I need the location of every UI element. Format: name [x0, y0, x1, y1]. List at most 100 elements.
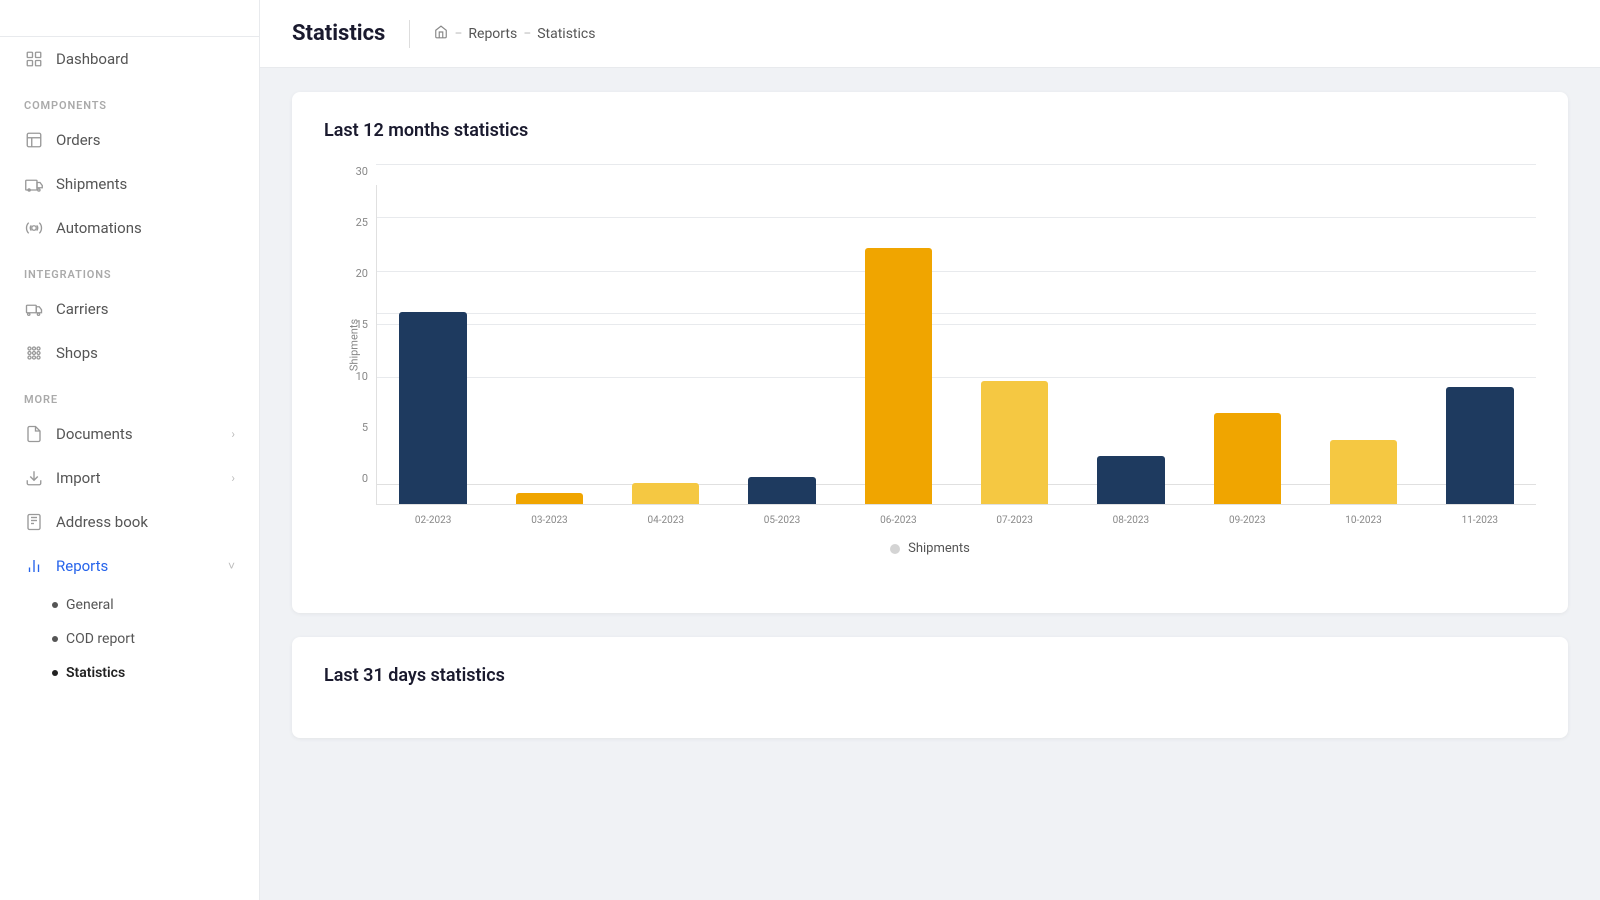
sidebar-sub-item-cod-report[interactable]: COD report — [0, 622, 259, 656]
y-label-0: 0 — [324, 472, 374, 485]
sidebar-carriers-label: Carriers — [56, 300, 109, 318]
bar — [981, 381, 1048, 504]
bar-group: 04-2023 — [610, 185, 722, 504]
sidebar-import-label: Import — [56, 469, 101, 487]
sidebar: Dashboard COMPONENTS Orders Shipments Au… — [0, 0, 260, 900]
automations-icon — [24, 218, 44, 238]
documents-chevron-icon: › — [231, 427, 235, 441]
topbar-divider — [409, 20, 410, 48]
statistics-dot — [52, 670, 58, 676]
bar-x-label: 04-2023 — [647, 515, 683, 526]
bar — [1097, 456, 1164, 504]
bar — [632, 483, 699, 504]
bar — [516, 493, 583, 504]
import-icon — [24, 468, 44, 488]
dashboard-icon — [24, 49, 44, 69]
carriers-icon — [24, 299, 44, 319]
bar-x-label: 03-2023 — [531, 515, 567, 526]
bar-group: 05-2023 — [726, 185, 838, 504]
bar-x-label: 10-2023 — [1345, 515, 1381, 526]
sidebar-cod-label: COD report — [66, 631, 135, 647]
bar-group: 08-2023 — [1075, 185, 1187, 504]
sidebar-statistics-label: Statistics — [66, 665, 125, 681]
sidebar-reports-label: Reports — [56, 557, 108, 575]
bar — [1446, 387, 1513, 504]
home-icon[interactable] — [434, 25, 448, 43]
orders-icon — [24, 130, 44, 150]
reports-icon — [24, 556, 44, 576]
bar-group: 02-2023 — [377, 185, 489, 504]
sidebar-sub-item-statistics[interactable]: Statistics — [0, 656, 259, 690]
bar — [399, 312, 466, 504]
bar — [865, 248, 932, 504]
legend-label: Shipments — [908, 541, 970, 556]
addressbook-icon — [24, 512, 44, 532]
bar-x-label: 02-2023 — [415, 515, 451, 526]
sidebar-documents-label: Documents — [56, 425, 133, 443]
sidebar-shipments-label: Shipments — [56, 175, 127, 193]
sidebar-address-book-label: Address book — [56, 513, 148, 531]
bar-x-label: 11-2023 — [1462, 515, 1498, 526]
main-content: Statistics − Reports − Statistics Last 1… — [260, 0, 1600, 900]
chart-legend: Shipments — [324, 541, 1536, 556]
card-12months: Last 12 months statistics Shipments — [292, 92, 1568, 613]
bars-container: 02-202303-202304-202305-202306-202307-20… — [376, 185, 1536, 505]
sidebar-logo — [0, 0, 259, 37]
chart-31days-title: Last 31 days statistics — [324, 665, 1536, 686]
bar-group: 10-2023 — [1307, 185, 1419, 504]
bar — [1214, 413, 1281, 504]
sidebar-item-carriers[interactable]: Carriers — [0, 287, 259, 331]
chart-12months: Shipments 0 5 — [324, 165, 1536, 585]
general-dot — [52, 602, 58, 608]
import-chevron-icon: › — [231, 471, 235, 485]
breadcrumb: − Reports − Statistics — [434, 25, 595, 43]
y-labels: 0 5 10 15 20 25 30 — [324, 165, 374, 485]
sidebar-item-import[interactable]: Import › — [0, 456, 259, 500]
sidebar-item-shipments[interactable]: Shipments — [0, 162, 259, 206]
bar-group: 09-2023 — [1191, 185, 1303, 504]
y-label-15: 15 — [324, 318, 374, 331]
bar-group: 03-2023 — [493, 185, 605, 504]
sidebar-dashboard-label: Dashboard — [56, 50, 129, 68]
sidebar-orders-label: Orders — [56, 131, 101, 149]
chart-12months-title: Last 12 months statistics — [324, 120, 1536, 141]
sidebar-item-documents[interactable]: Documents › — [0, 412, 259, 456]
bar-x-label: 05-2023 — [764, 515, 800, 526]
documents-icon — [24, 424, 44, 444]
card-31days: Last 31 days statistics — [292, 637, 1568, 738]
section-label-more: MORE — [0, 375, 259, 412]
legend-dot — [890, 544, 900, 554]
bar — [1330, 440, 1397, 504]
sidebar-item-address-book[interactable]: Address book — [0, 500, 259, 544]
bar-x-label: 08-2023 — [1113, 515, 1149, 526]
breadcrumb-reports[interactable]: Reports — [468, 26, 517, 42]
page-title: Statistics — [292, 21, 385, 46]
bar-x-label: 07-2023 — [996, 515, 1032, 526]
sidebar-automations-label: Automations — [56, 219, 142, 237]
breadcrumb-statistics: Statistics — [537, 26, 595, 42]
bar-group: 06-2023 — [842, 185, 954, 504]
breadcrumb-sep1: − — [454, 26, 462, 42]
bar-x-label: 06-2023 — [880, 515, 916, 526]
y-label-30: 30 — [324, 165, 374, 178]
section-label-integrations: INTEGRATIONS — [0, 250, 259, 287]
sidebar-item-orders[interactable]: Orders — [0, 118, 259, 162]
cod-dot — [52, 636, 58, 642]
reports-chevron-icon: ˅ — [228, 559, 235, 573]
sidebar-item-reports[interactable]: Reports ˅ — [0, 544, 259, 588]
sidebar-sub-item-general[interactable]: General — [0, 588, 259, 622]
section-label-components: COMPONENTS — [0, 81, 259, 118]
content-area: Last 12 months statistics Shipments — [260, 68, 1600, 900]
shipments-icon — [24, 174, 44, 194]
y-label-5: 5 — [324, 421, 374, 434]
sidebar-item-dashboard[interactable]: Dashboard — [0, 37, 259, 81]
y-label-20: 20 — [324, 267, 374, 280]
sidebar-item-automations[interactable]: Automations — [0, 206, 259, 250]
sidebar-shops-label: Shops — [56, 344, 98, 362]
topbar: Statistics − Reports − Statistics — [260, 0, 1600, 68]
sidebar-general-label: General — [66, 597, 114, 613]
bar — [748, 477, 815, 504]
y-label-25: 25 — [324, 216, 374, 229]
sidebar-item-shops[interactable]: Shops — [0, 331, 259, 375]
y-label-10: 10 — [324, 370, 374, 383]
